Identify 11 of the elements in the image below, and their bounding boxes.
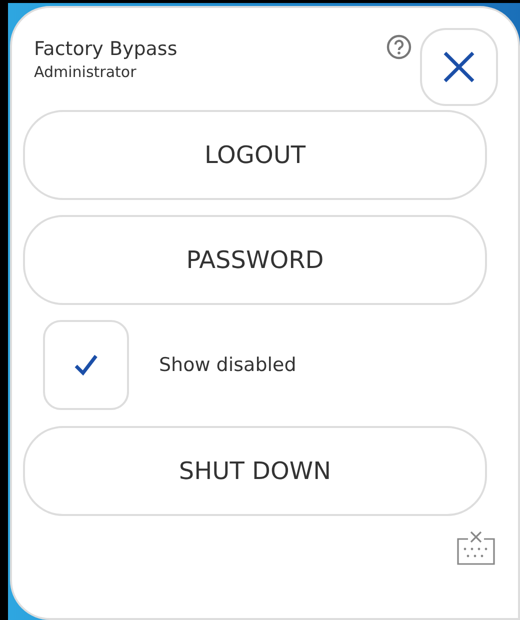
close-icon: [442, 50, 476, 84]
help-icon[interactable]: [386, 34, 412, 60]
close-button[interactable]: [420, 28, 498, 106]
hide-keyboard-icon[interactable]: [456, 531, 496, 567]
checkbox-label: Show disabled: [159, 352, 296, 378]
action-button[interactable]: LOGOUT: [23, 110, 487, 200]
action-button[interactable]: SHUT DOWN: [23, 426, 487, 516]
action-button[interactable]: PASSWORD: [23, 215, 487, 305]
checkmark-icon: [73, 353, 99, 377]
dialog-title: Factory Bypass: [34, 38, 178, 61]
user-role: Administrator: [34, 62, 138, 83]
